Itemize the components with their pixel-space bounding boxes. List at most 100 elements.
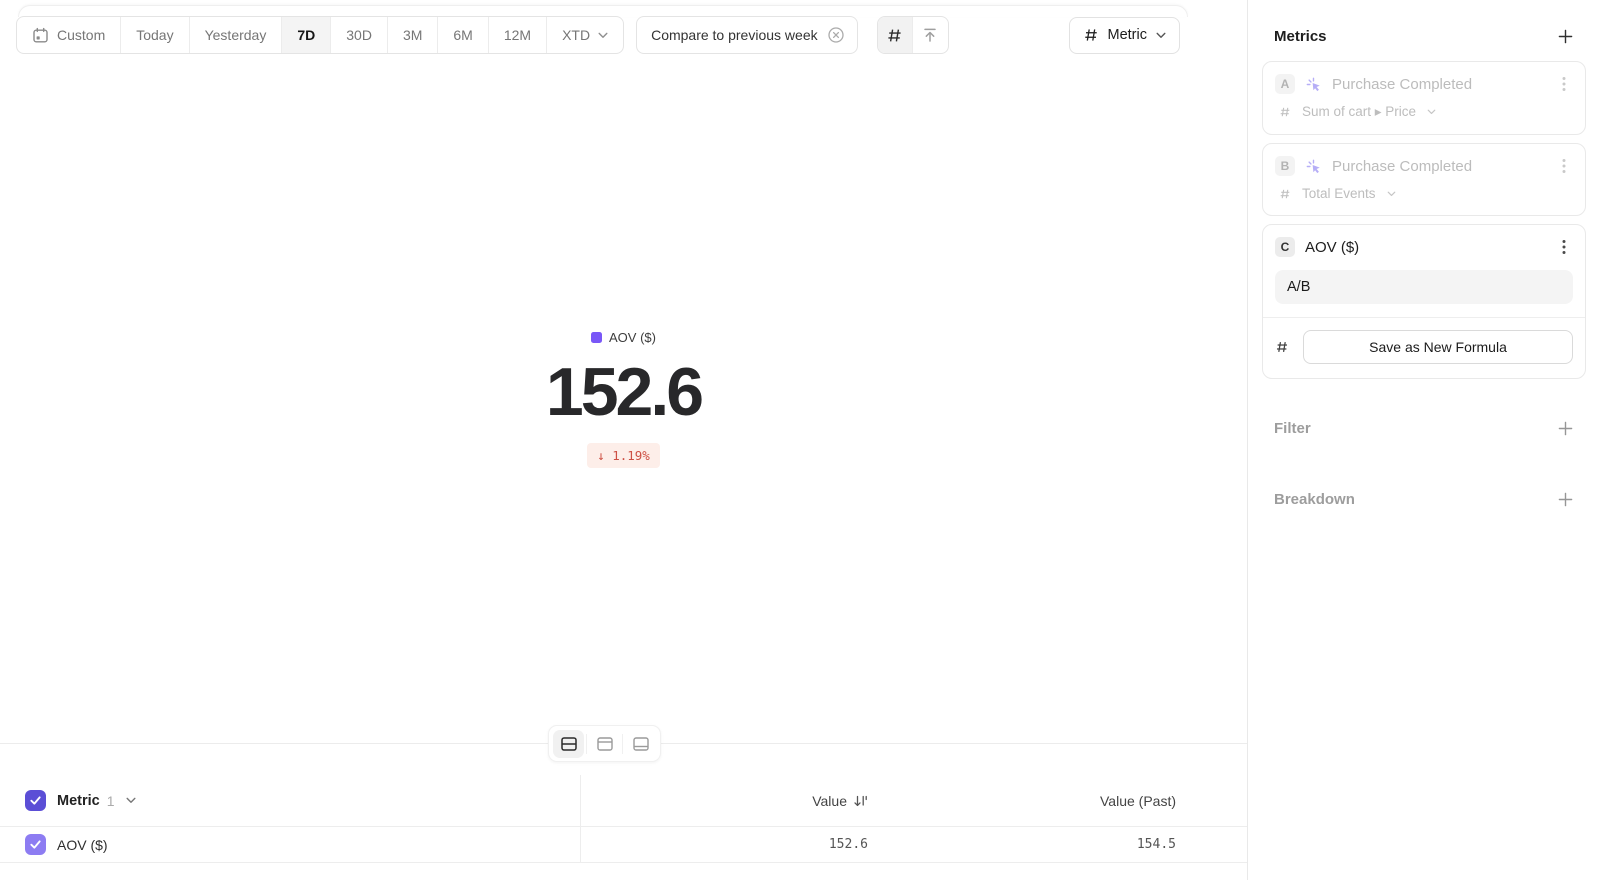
plus-icon [1558, 421, 1573, 436]
row-metric-name: AOV ($) [57, 837, 108, 853]
date-range-30d[interactable]: 30D [331, 17, 388, 53]
viz-top-events-button[interactable] [913, 17, 948, 53]
sort-descending-icon [853, 794, 868, 808]
hash-icon [1279, 106, 1291, 118]
select-all-checkbox[interactable] [25, 790, 46, 811]
compare-chip[interactable]: Compare to previous week [636, 16, 858, 54]
results-table: Metric 1 Value Value (Pas [0, 775, 1247, 863]
metrics-section-title: Metrics [1274, 28, 1327, 45]
row-value: 152.6 [829, 837, 868, 852]
toolbar: Custom Today Yesterday 7D 30D 3M 6M 12M … [16, 16, 1247, 54]
hash-icon [886, 27, 903, 44]
value-past-column-header[interactable]: Value (Past) [1100, 793, 1176, 809]
metric-measure-row[interactable]: Total Events [1275, 186, 1573, 201]
layout-split-icon [560, 735, 578, 753]
filter-section-title: Filter [1274, 420, 1311, 437]
metric-options-button[interactable] [1555, 75, 1573, 93]
plus-icon [1558, 492, 1573, 507]
formula-metric-name[interactable]: AOV ($) [1305, 239, 1545, 256]
chevron-down-icon [598, 32, 608, 39]
row-metric-cell: AOV ($) [25, 834, 578, 855]
arrow-to-top-icon [921, 26, 939, 44]
layout-chart-only-button[interactable] [589, 730, 620, 758]
event-icon [1305, 158, 1322, 175]
query-builder-panel: Metrics A Purchase Completed [1247, 0, 1600, 880]
layout-top-bar-icon [596, 735, 614, 753]
date-range-xtd[interactable]: XTD [547, 17, 623, 53]
visualization-toggle [877, 16, 949, 54]
value-column-label: Value [812, 793, 847, 809]
metric-event-name[interactable]: Purchase Completed [1332, 158, 1545, 175]
breakdown-section-title: Breakdown [1274, 491, 1355, 508]
metric-letter-badge: A [1275, 74, 1295, 94]
metric-type-button[interactable]: Metric [1069, 17, 1180, 54]
chevron-down-icon [1427, 109, 1436, 115]
date-range-custom[interactable]: Custom [17, 17, 121, 53]
metric-event-name[interactable]: Purchase Completed [1332, 76, 1545, 93]
formula-footer: Save as New Formula [1263, 317, 1585, 364]
metric-options-button[interactable] [1555, 238, 1573, 256]
metric-measure-label: Total Events [1302, 186, 1376, 201]
filter-section-header: Filter [1262, 419, 1586, 437]
event-icon [1305, 76, 1322, 93]
metric-letter-badge: B [1275, 156, 1295, 176]
chevron-down-icon [1156, 32, 1166, 39]
date-range-3m[interactable]: 3M [388, 17, 438, 53]
divider [622, 734, 623, 754]
metric-card-header: C AOV ($) [1275, 237, 1573, 257]
date-range-7d[interactable]: 7D [282, 17, 331, 53]
plus-icon [1558, 29, 1573, 44]
viz-number-button[interactable] [878, 17, 913, 53]
metric-card-a: A Purchase Completed [1262, 61, 1586, 135]
value-column-header[interactable]: Value [812, 793, 868, 809]
add-metric-button[interactable] [1556, 27, 1574, 45]
metric-options-button[interactable] [1555, 157, 1573, 175]
save-as-new-formula-button[interactable]: Save as New Formula [1303, 330, 1573, 364]
formula-input[interactable]: A/B [1275, 270, 1573, 304]
date-range-control: Custom Today Yesterday 7D 30D 3M 6M 12M … [16, 16, 624, 54]
layout-bottom-bar-icon [632, 735, 650, 753]
chart-legend: AOV ($) [591, 330, 656, 345]
metric-header-cell[interactable]: Metric 1 [25, 790, 578, 811]
row-value-past: 154.5 [1137, 837, 1176, 852]
main-area: Custom Today Yesterday 7D 30D 3M 6M 12M … [0, 0, 1247, 880]
metric-measure-label: Sum of cart ▸ Price [1302, 104, 1416, 120]
column-divider [580, 775, 581, 863]
layout-table-only-button[interactable] [625, 730, 656, 758]
kebab-icon [1562, 239, 1566, 255]
metric-measure-row[interactable]: Sum of cart ▸ Price [1275, 104, 1573, 120]
calendar-icon [32, 27, 49, 44]
chevron-down-icon [1387, 191, 1396, 197]
metric-letter-badge: C [1275, 237, 1295, 257]
change-badge: ↓ 1.19% [587, 443, 660, 468]
compare-chip-label: Compare to previous week [651, 27, 818, 43]
layout-split-button[interactable] [553, 730, 584, 758]
row-checkbox[interactable] [25, 834, 46, 855]
metric-card-header: B Purchase Completed [1275, 156, 1573, 176]
metric-count: 1 [107, 793, 115, 809]
add-breakdown-button[interactable] [1556, 490, 1574, 508]
remove-compare-icon[interactable] [827, 26, 845, 44]
hash-icon [1083, 27, 1099, 43]
metric-header-label: Metric [57, 793, 100, 809]
date-range-yesterday[interactable]: Yesterday [190, 17, 283, 53]
date-range-12m[interactable]: 12M [489, 17, 547, 53]
chevron-down-icon [126, 797, 136, 804]
insights-app: Custom Today Yesterday 7D 30D 3M 6M 12M … [0, 0, 1600, 880]
date-range-label: Custom [57, 27, 105, 43]
legend-swatch [591, 332, 602, 343]
metric-type-label: Metric [1108, 27, 1147, 43]
metric-card-header: A Purchase Completed [1275, 74, 1573, 94]
big-number-value: 152.6 [546, 358, 701, 426]
check-icon [29, 794, 42, 807]
add-filter-button[interactable] [1556, 419, 1574, 437]
check-icon [29, 838, 42, 851]
date-range-today[interactable]: Today [121, 17, 189, 53]
breakdown-section-header: Breakdown [1262, 490, 1586, 508]
date-range-6m[interactable]: 6M [438, 17, 488, 53]
metric-card-b: B Purchase Completed [1262, 143, 1586, 216]
table-header-row: Metric 1 Value Value (Pas [0, 775, 1247, 827]
metric-card-c: C AOV ($) A/B Save as New Formula [1262, 224, 1586, 379]
value-past-column-label: Value (Past) [1100, 793, 1176, 809]
layout-toggle-group [548, 725, 661, 762]
